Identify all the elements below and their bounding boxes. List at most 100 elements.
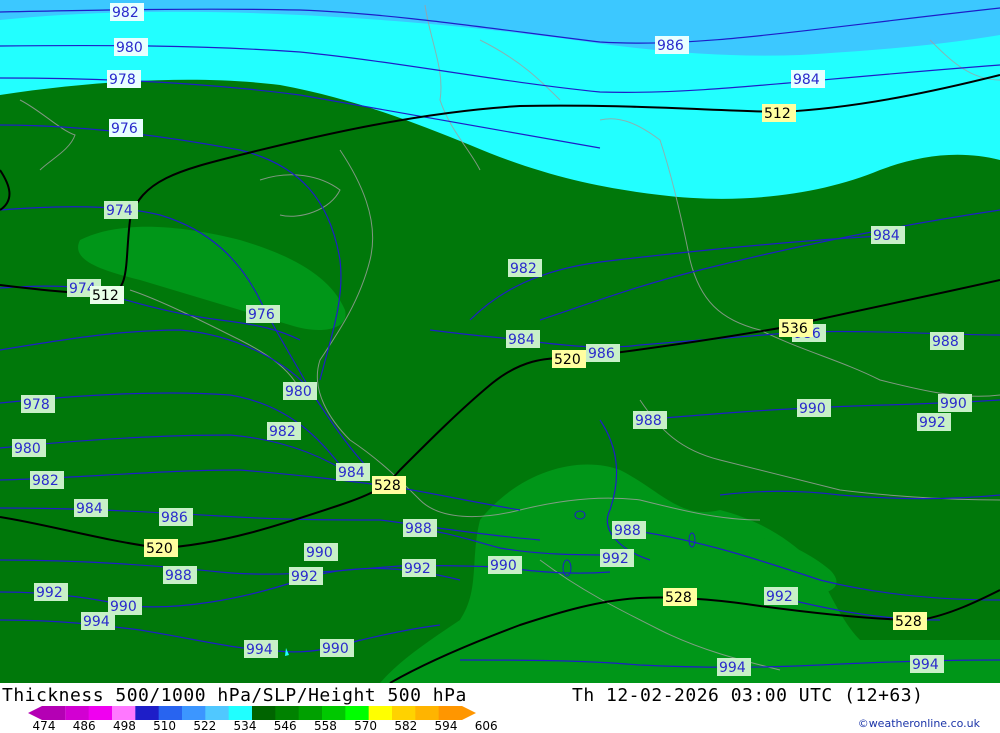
colorbar-tick-label: 594: [434, 719, 458, 733]
svg-text:982: 982: [32, 473, 59, 489]
colorbar-segment: [158, 706, 183, 720]
isobar-label: 984: [791, 70, 825, 88]
map-title: Thickness 500/1000 hPa/SLP/Height 500 hP…: [2, 685, 467, 706]
color-scale-bar: [28, 706, 476, 720]
colorbar-segment: [298, 706, 323, 720]
colorbar-segment: [228, 706, 253, 720]
svg-text:992: 992: [36, 585, 63, 601]
colorbar-segment: [345, 706, 370, 720]
thickness-label: 528: [663, 588, 697, 606]
svg-text:536: 536: [781, 321, 808, 337]
isobar-label: 992: [289, 567, 323, 585]
isobar-label: 988: [612, 521, 646, 539]
isobar-label: 992: [600, 549, 634, 567]
colorbar-tick-label: 534: [233, 719, 257, 733]
isobar-label: 986: [655, 36, 689, 54]
svg-text:990: 990: [799, 401, 826, 417]
svg-text:988: 988: [635, 413, 662, 429]
isobar-label: 994: [717, 658, 751, 676]
thickness-label: 520: [144, 539, 178, 557]
svg-text:992: 992: [404, 561, 431, 577]
isobar-label: 974: [104, 201, 138, 219]
isobar-label: 994: [244, 640, 278, 658]
colorbar-segment: [28, 706, 66, 720]
isobar-label: 988: [633, 411, 667, 429]
colorbar-tick-label: 498: [112, 719, 136, 733]
svg-text:520: 520: [146, 541, 173, 557]
isobar-label: 988: [930, 332, 964, 350]
thickness-label: 528: [372, 476, 406, 494]
thickness-label: 528: [893, 612, 927, 630]
svg-text:978: 978: [109, 72, 136, 88]
colorbar-tick-label: 486: [72, 719, 96, 733]
svg-text:986: 986: [588, 346, 615, 362]
colorbar-segment: [88, 706, 113, 720]
colorbar-segment: [65, 706, 90, 720]
isobar-label: 984: [871, 226, 905, 244]
isobar-label: 986: [586, 344, 620, 362]
svg-text:512: 512: [92, 288, 119, 304]
svg-text:984: 984: [873, 228, 900, 244]
thickness-label: 520: [552, 350, 586, 368]
credit-link[interactable]: ©weatheronline.co.uk: [858, 717, 980, 730]
isobar-label: 990: [304, 543, 338, 561]
isobar-label: 982: [508, 259, 542, 277]
svg-text:988: 988: [165, 568, 192, 584]
svg-text:528: 528: [895, 614, 922, 630]
isobar-label: 992: [764, 587, 798, 605]
thickness-label: 512: [90, 286, 124, 304]
isobar-label: 990: [320, 639, 354, 657]
svg-text:528: 528: [374, 478, 401, 494]
svg-text:990: 990: [306, 545, 333, 561]
isobar-label: 976: [109, 119, 143, 137]
isobar-label: 978: [107, 70, 141, 88]
svg-text:520: 520: [554, 352, 581, 368]
colorbar-segment: [182, 706, 206, 720]
svg-text:986: 986: [657, 38, 684, 54]
isobar-label: 982: [110, 3, 144, 21]
colorbar-segment: [368, 706, 393, 720]
isobar-label: 990: [488, 556, 522, 574]
svg-text:980: 980: [285, 384, 312, 400]
svg-text:992: 992: [602, 551, 629, 567]
svg-text:528: 528: [665, 590, 692, 606]
isobar-label: 990: [938, 394, 972, 412]
colorbar-segment: [135, 706, 160, 720]
svg-text:984: 984: [508, 332, 535, 348]
colorbar-tick-label: 522: [193, 719, 217, 733]
svg-text:980: 980: [116, 40, 143, 56]
svg-text:994: 994: [912, 657, 939, 673]
svg-text:990: 990: [490, 558, 517, 574]
colorbar-tick-label: 546: [273, 719, 297, 733]
isobar-label: 976: [246, 305, 280, 323]
colorbar-tick-label: 606: [474, 719, 498, 733]
svg-text:976: 976: [111, 121, 138, 137]
weather-map: 982 980 978 976 974 974 976 986 984 984 …: [0, 0, 1000, 683]
isobar-label: 992: [917, 413, 951, 431]
svg-text:980: 980: [14, 441, 41, 457]
map-footer: Thickness 500/1000 hPa/SLP/Height 500 hP…: [0, 683, 1000, 733]
isobar-label: 984: [506, 330, 540, 348]
svg-text:990: 990: [322, 641, 349, 657]
svg-text:994: 994: [719, 660, 746, 676]
colorbar-segment: [112, 706, 136, 720]
colorbar-tick-label: 474: [32, 719, 56, 733]
color-scale-ticks: 474 486 498 510 522 534 546 558 570 582 594 606: [0, 719, 520, 733]
svg-text:976: 976: [248, 307, 275, 323]
isobar-label: 978: [21, 395, 55, 413]
isobar-label: 992: [34, 583, 68, 601]
svg-text:974: 974: [106, 203, 133, 219]
svg-text:982: 982: [112, 5, 139, 21]
svg-text:984: 984: [76, 501, 103, 517]
svg-text:986: 986: [161, 510, 188, 526]
svg-text:512: 512: [764, 106, 791, 122]
colorbar-tick-label: 582: [394, 719, 418, 733]
svg-text:984: 984: [793, 72, 820, 88]
isobar-label: 982: [267, 422, 301, 440]
svg-text:988: 988: [932, 334, 959, 350]
isobar-label: 984: [74, 499, 108, 517]
svg-text:992: 992: [291, 569, 318, 585]
colorbar-tick-label: 510: [153, 719, 177, 733]
colorbar-segment: [205, 706, 230, 720]
isobar-label: 988: [403, 519, 437, 537]
